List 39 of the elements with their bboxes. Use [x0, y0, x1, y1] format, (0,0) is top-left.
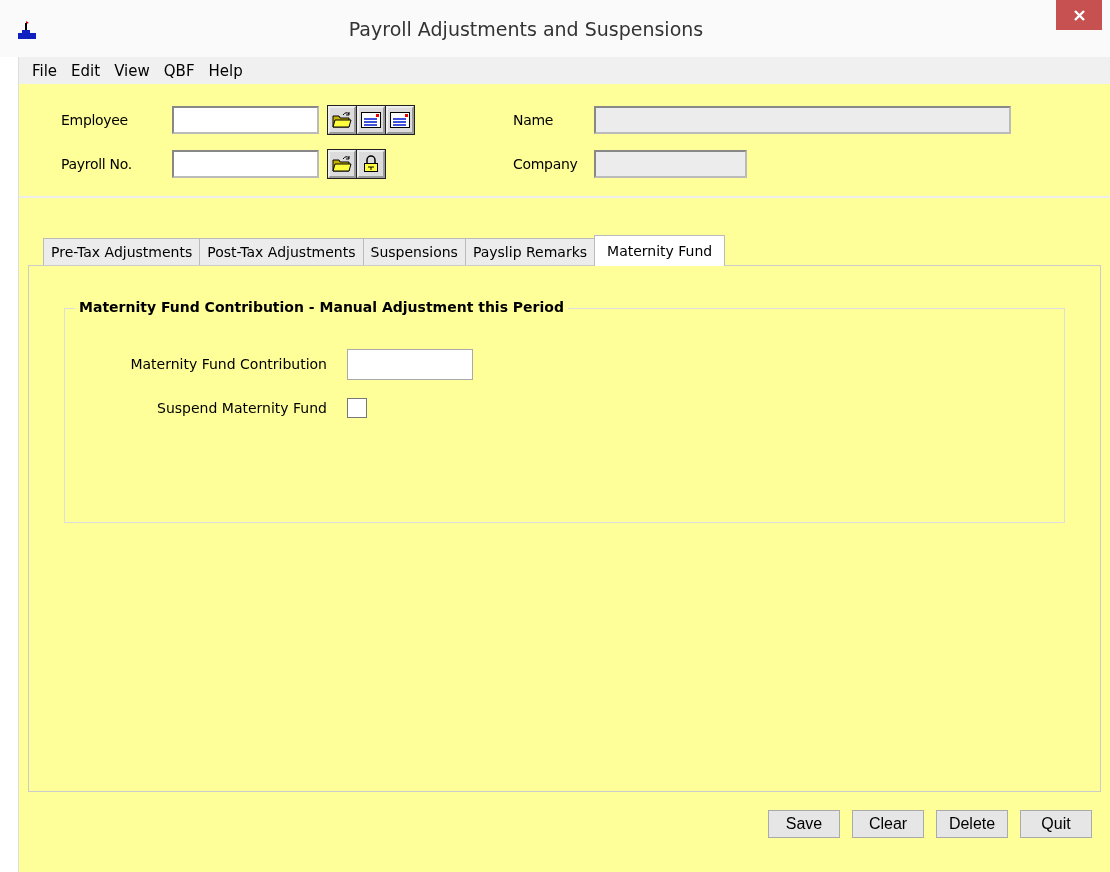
- action-button[interactable]: Clear: [852, 810, 924, 838]
- tab[interactable]: Suspensions: [362, 238, 466, 265]
- group-title: Maternity Fund Contribution - Manual Adjustment this Period: [75, 299, 568, 315]
- field-label: Employee: [61, 112, 129, 128]
- checkbox[interactable]: [347, 398, 367, 418]
- tab[interactable]: Pre-Tax Adjustments: [43, 238, 201, 265]
- lock-icon: [362, 155, 380, 173]
- field-label: Payroll No.: [61, 156, 133, 172]
- field-label: Name: [513, 112, 555, 128]
- tab[interactable]: Payslip Remarks: [464, 238, 596, 265]
- folder-button[interactable]: [328, 106, 356, 134]
- tab[interactable]: Post-Tax Adjustments: [199, 238, 364, 265]
- input-field[interactable]: [347, 348, 473, 380]
- card-button[interactable]: [357, 106, 385, 134]
- menu-item[interactable]: Edit: [64, 61, 108, 80]
- field-label: Company: [513, 156, 579, 172]
- card-icon: [361, 112, 381, 128]
- menu-item[interactable]: View: [107, 61, 157, 80]
- folder-icon: [332, 111, 352, 129]
- close-icon: [1073, 9, 1085, 21]
- menu-item[interactable]: Help: [201, 61, 250, 80]
- input-field[interactable]: [172, 106, 319, 134]
- tab[interactable]: Maternity Fund: [594, 235, 726, 266]
- action-button[interactable]: Quit: [1020, 810, 1092, 838]
- close-button[interactable]: [1056, 0, 1102, 30]
- action-button[interactable]: Save: [768, 810, 840, 838]
- menu-item[interactable]: File: [25, 61, 65, 80]
- menu-item[interactable]: QBF: [156, 61, 202, 80]
- lock-button[interactable]: [357, 150, 385, 178]
- card-icon: [390, 112, 410, 128]
- field-label: Suspend Maternity Fund: [156, 400, 328, 416]
- folder-icon: [332, 155, 352, 173]
- field-label: Maternity Fund Contribution: [129, 356, 328, 372]
- window-title: Payroll Adjustments and Suspensions: [347, 17, 705, 40]
- folder-button[interactable]: [328, 150, 356, 178]
- app-logo-icon: [18, 18, 36, 39]
- input-field[interactable]: [172, 150, 319, 178]
- action-button[interactable]: Delete: [936, 810, 1008, 838]
- card-button[interactable]: [386, 106, 414, 134]
